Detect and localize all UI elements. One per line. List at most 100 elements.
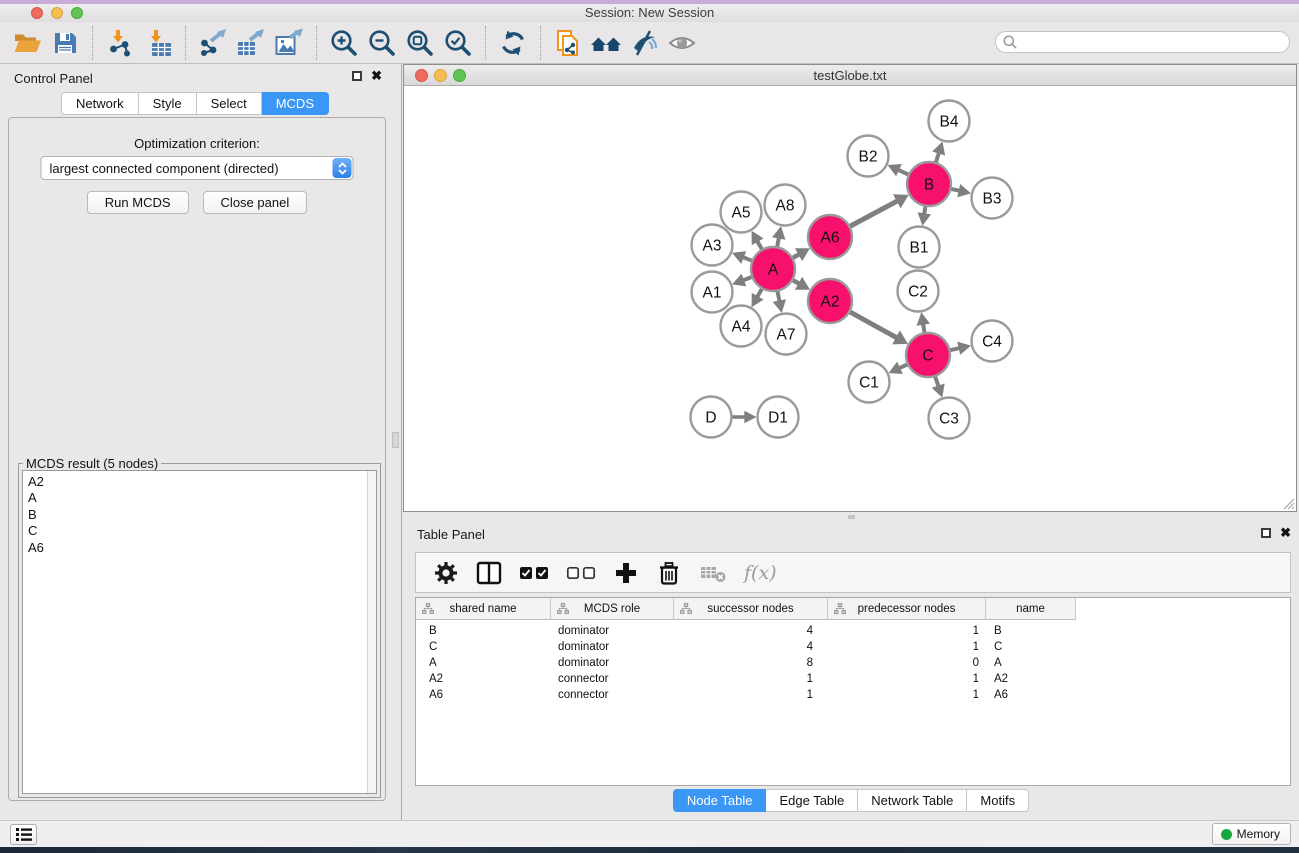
graph-edge-A-A7[interactable] [777, 291, 779, 302]
column-header-predecessor-nodes[interactable]: predecessor nodes [828, 598, 986, 620]
graph-edge-A-A4[interactable] [757, 288, 762, 297]
mcds-result-item[interactable]: A [28, 490, 376, 506]
window-resize-grip[interactable] [1282, 497, 1295, 510]
column-header-shared-name[interactable]: shared name [416, 598, 551, 620]
tab-select[interactable]: Select [197, 92, 262, 115]
select-all-icon[interactable] [519, 558, 549, 588]
graph-edge-C-C1[interactable] [899, 364, 908, 368]
delete-table-icon[interactable] [699, 558, 727, 588]
open-file-icon[interactable] [8, 24, 46, 62]
graph-edge-arrowhead [917, 312, 930, 325]
tab-motifs[interactable]: Motifs [967, 789, 1029, 812]
graph-edge-A-A2[interactable] [792, 280, 799, 284]
close-panel-button[interactable]: Close panel [203, 191, 308, 214]
result-list-scrollbar[interactable] [367, 471, 376, 793]
search-input[interactable] [1022, 35, 1272, 49]
column-header-successor-nodes[interactable]: successor nodes [674, 598, 828, 620]
delete-columns-icon[interactable] [656, 558, 682, 588]
mcds-result-title: MCDS result (5 nodes) [23, 456, 161, 471]
table-cell: 1 [828, 623, 986, 639]
table-cell-filler [1076, 671, 1290, 687]
run-mcds-button[interactable]: Run MCDS [87, 191, 189, 214]
mcds-result-item[interactable]: B [28, 507, 376, 523]
graph-edge-A-A3[interactable] [743, 257, 753, 261]
search-field[interactable] [995, 31, 1290, 53]
table-row[interactable]: Cdominator41C [416, 639, 1290, 655]
splitter-grip[interactable] [392, 432, 399, 448]
table-cell: C [416, 639, 551, 655]
mcds-result-item[interactable]: A2 [28, 474, 376, 490]
export-table-icon[interactable] [232, 24, 270, 62]
network-canvas-svg: AA1A2A3A4A5A6A7A8BB1B2B3B4CC1C2C3C4DD1 [404, 86, 1296, 511]
tab-node-table[interactable]: Node Table [673, 789, 767, 812]
float-table-panel-icon[interactable] [1261, 528, 1271, 538]
graph-edge-C-C3[interactable] [935, 376, 939, 387]
node-table: shared nameMCDS rolesuccessor nodesprede… [415, 597, 1291, 786]
graph-edge-B-B4[interactable] [936, 153, 939, 163]
graph-edge-A-A5[interactable] [757, 241, 762, 250]
network-canvas[interactable]: AA1A2A3A4A5A6A7A8BB1B2B3B4CC1C2C3C4DD1 [404, 86, 1296, 511]
export-network-icon[interactable] [194, 24, 232, 62]
tab-network[interactable]: Network [61, 92, 139, 115]
mcds-result-item[interactable]: A6 [28, 540, 376, 556]
zoom-out-icon[interactable] [363, 24, 401, 62]
hide-graphics-details-icon[interactable] [625, 24, 663, 62]
graph-edge-B-B2[interactable] [898, 170, 909, 175]
graph-edge-A6-B[interactable] [849, 201, 897, 227]
table-row[interactable]: A6connector11A6 [416, 687, 1290, 703]
control-panel: Control Panel ✖ Network Style Select MCD… [0, 64, 390, 820]
panel-splitter[interactable] [390, 64, 402, 820]
task-history-button[interactable] [10, 824, 37, 845]
table-row[interactable]: Bdominator41B [416, 623, 1290, 639]
function-builder-icon[interactable]: f(x) [744, 558, 777, 588]
table-cell-filler [1076, 623, 1290, 639]
mcds-result-list[interactable]: A2ABCA6 [22, 470, 377, 794]
table-row[interactable]: Adominator80A [416, 655, 1290, 671]
graph-edge-B-B1[interactable] [924, 206, 925, 215]
table-cell: A2 [986, 671, 1076, 687]
zoom-in-icon[interactable] [325, 24, 363, 62]
graph-edge-C-C2[interactable] [923, 324, 924, 334]
mcds-result-item[interactable]: C [28, 523, 376, 539]
table-mode-gear-icon[interactable] [433, 558, 459, 588]
graph-edge-A2-C[interactable] [849, 312, 897, 338]
table-cell-filler [1076, 687, 1290, 703]
tab-network-table[interactable]: Network Table [858, 789, 967, 812]
float-panel-icon[interactable] [352, 71, 362, 81]
new-network-from-selection-icon[interactable] [549, 24, 587, 62]
close-panel-icon[interactable]: ✖ [371, 70, 382, 82]
table-cell: connector [551, 671, 674, 687]
graph-edge-A-A6[interactable] [792, 254, 799, 258]
tab-mcds[interactable]: MCDS [262, 92, 329, 115]
graph-edge-C-C4[interactable] [949, 348, 959, 350]
create-column-icon[interactable] [613, 558, 639, 588]
close-table-panel-icon[interactable]: ✖ [1280, 527, 1291, 539]
first-neighbors-icon[interactable] [587, 24, 625, 62]
deselect-all-icon[interactable] [566, 558, 596, 588]
format-columns-icon[interactable] [476, 558, 502, 588]
column-header-name[interactable]: name [986, 598, 1076, 620]
tab-style[interactable]: Style [139, 92, 197, 115]
tab-edge-table[interactable]: Edge Table [766, 789, 858, 812]
network-window-titlebar[interactable]: testGlobe.txt [404, 65, 1296, 86]
save-session-icon[interactable] [46, 24, 84, 62]
memory-button[interactable]: Memory [1212, 823, 1291, 845]
zoom-fit-icon[interactable] [401, 24, 439, 62]
graph-edge-A-A1[interactable] [743, 277, 752, 281]
memory-status-icon [1221, 829, 1232, 840]
graph-edge-B-B3[interactable] [950, 189, 959, 191]
table-row[interactable]: A2connector11A2 [416, 671, 1290, 687]
optimization-criterion-dropdown[interactable]: largest connected component (directed) [41, 156, 354, 180]
zoom-selected-icon[interactable] [439, 24, 477, 62]
graph-node-label-B3: B3 [983, 190, 1002, 207]
import-network-icon[interactable] [101, 24, 139, 62]
app-titlebar[interactable]: Session: New Session [0, 4, 1299, 22]
import-table-icon[interactable] [139, 24, 177, 62]
column-header-MCDS-role[interactable]: MCDS role [551, 598, 674, 620]
table-cell: 0 [828, 655, 986, 671]
apply-layout-icon[interactable] [494, 24, 532, 62]
graph-edge-A-A8[interactable] [777, 238, 779, 248]
export-image-icon[interactable] [270, 24, 308, 62]
show-graphics-details-icon[interactable] [663, 24, 701, 62]
horizontal-splitter-grip[interactable] [848, 515, 855, 519]
